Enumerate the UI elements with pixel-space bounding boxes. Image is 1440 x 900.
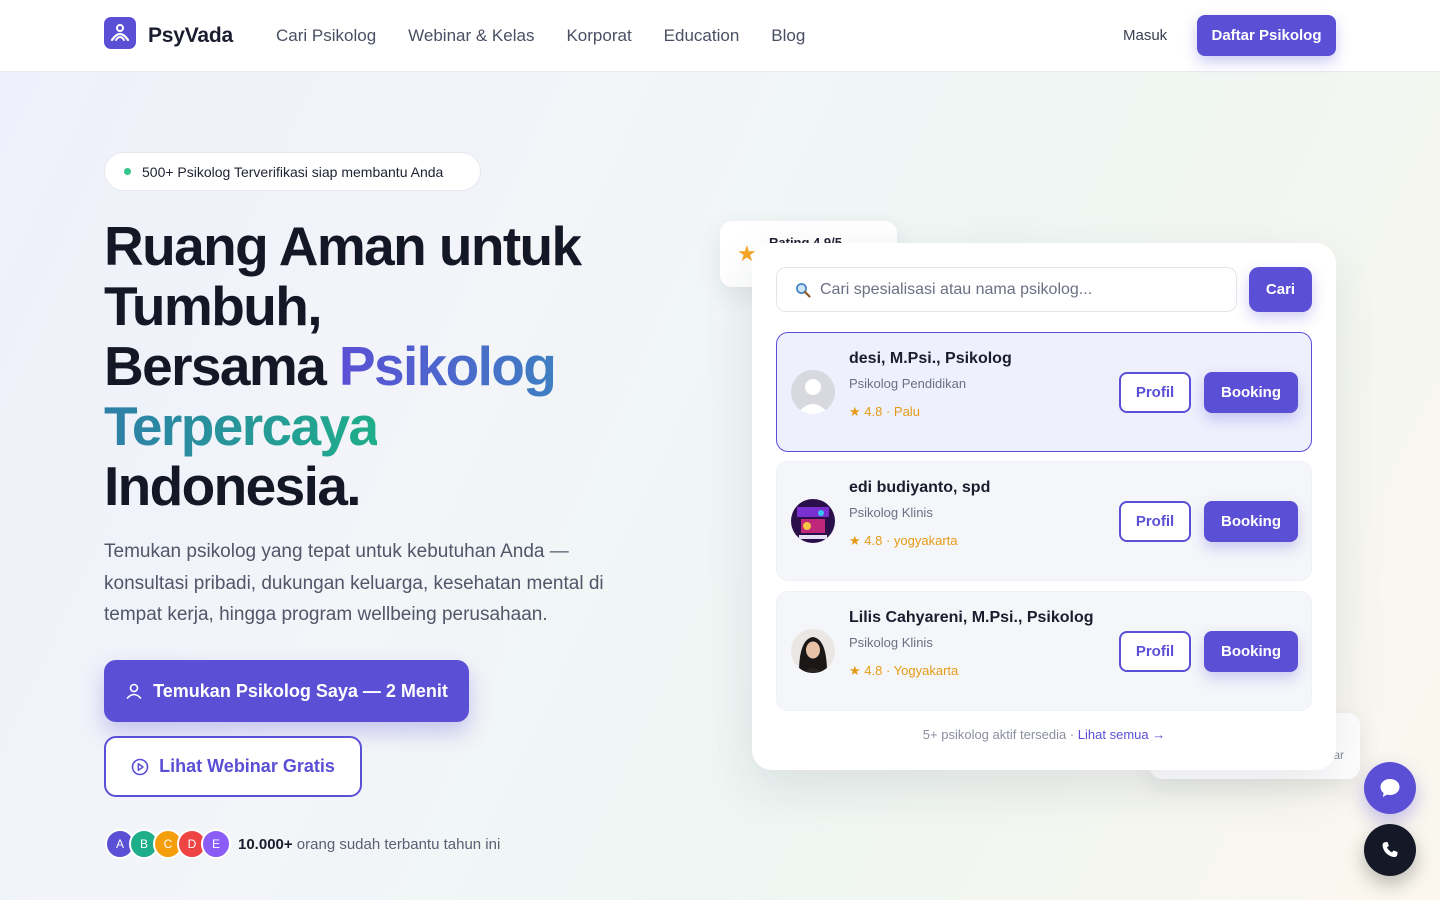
login-link[interactable]: Masuk [1123,27,1167,44]
hero-title-line-5: Indonesia. [104,455,362,517]
search-placeholder: Cari spesialisasi atau nama psikolog... [820,280,1093,298]
social-proof-count: 10.000+ [238,836,293,853]
social-proof: 10.000+ orang sudah terbantu tahun ini [238,836,500,853]
psychologist-rating: ★ 4.8 · Yogyakarta [849,663,958,679]
nav-link-korporat[interactable]: Korporat [566,26,631,46]
star-icon: ★ [849,404,865,419]
avatar: E [201,829,231,859]
psychologist-name: Lilis Cahyareni, M.Psi., Psikolog [849,609,1094,626]
search-button[interactable]: Cari [1249,267,1312,312]
profile-button[interactable]: Profil [1119,501,1191,542]
verified-pill: 500+ Psikolog Terverifikasi siap membant… [104,152,481,191]
psychologist-rating: ★ 4.8 · yogyakarta [849,533,958,549]
hero-title-line-3a: Bersama [104,335,339,397]
user-icon [126,683,142,699]
psychologist-rating: ★ 4.8 · Palu [849,404,920,420]
hero-title-highlight-terpercaya: Terpercaya [104,395,379,457]
nav-link-cari-psikolog[interactable]: Cari Psikolog [276,26,376,46]
finder-footer: 5+ psikolog aktif tersedia · Lihat semua… [752,727,1336,742]
psychologist-specialty: Psikolog Klinis [849,635,933,650]
chat-button[interactable] [1364,762,1416,814]
booking-button[interactable]: Booking [1204,501,1298,542]
avatar-stack: A B C D E [105,829,231,859]
star-icon: ★ [849,663,865,678]
avatar [791,370,835,414]
psychologist-item[interactable]: edi budiyanto, spd Psikolog Klinis ★ 4.8… [776,461,1312,581]
play-circle-icon [131,758,149,775]
search-icon [796,282,811,298]
brand-name[interactable]: PsyVada [148,24,233,48]
booking-button[interactable]: Booking [1204,631,1298,672]
profile-button[interactable]: Profil [1119,372,1191,413]
status-dot [124,168,131,175]
hero-title: Ruang Aman untuk Tumbuh, Bersama Psikolo… [104,216,664,516]
webinar-button[interactable]: Lihat Webinar Gratis [104,736,362,797]
nav-link-blog[interactable]: Blog [771,26,805,46]
psychologist-item[interactable]: desi, M.Psi., Psikolog Psikolog Pendidik… [776,332,1312,452]
star-icon: ★ [849,533,865,548]
call-button[interactable] [1364,824,1416,876]
hero-title-line-2: Tumbuh, [104,275,322,337]
psychologist-specialty: Psikolog Klinis [849,505,933,520]
logo-icon[interactable] [104,17,136,49]
register-button[interactable]: Daftar Psikolog [1197,15,1336,56]
top-navbar: PsyVada Cari Psikolog Webinar & Kelas Ko… [0,0,1440,72]
hero-title-highlight-psikolog: Psikolog [338,335,557,397]
avatar [791,499,835,543]
verified-pill-text: 500+ Psikolog Terverifikasi siap membant… [142,163,444,180]
psychologist-rating-text: 4.8 · yogyakarta [864,533,958,548]
nav-link-webinar[interactable]: Webinar & Kelas [408,26,534,46]
nav-link-education[interactable]: Education [664,26,740,46]
hero-title-line-1: Ruang Aman untuk [104,215,582,277]
find-psychologist-button[interactable]: Temukan Psikolog Saya — 2 Menit [104,660,469,722]
psychologist-item[interactable]: Lilis Cahyareni, M.Psi., Psikolog Psikol… [776,591,1312,711]
profile-button[interactable]: Profil [1119,631,1191,672]
phone-icon [1382,841,1398,858]
avatar [791,629,835,673]
search-input[interactable]: Cari spesialisasi atau nama psikolog... [776,267,1237,312]
find-psychologist-label: Temukan Psikolog Saya — 2 Menit [153,680,448,701]
webinar-label: Lihat Webinar Gratis [159,756,335,776]
psychologist-name: edi budiyanto, spd [849,479,991,496]
see-all-link[interactable]: Lihat semua → [1078,727,1165,742]
psychologist-finder-card: Cari spesialisasi atau nama psikolog... … [752,243,1336,770]
main-nav: Cari Psikolog Webinar & Kelas Korporat E… [276,26,805,46]
psychologist-name: desi, M.Psi., Psikolog [849,350,1012,367]
psychologist-rating-text: 4.8 · Palu [864,404,920,419]
chat-icon [1380,779,1400,797]
finder-footer-text: 5+ psikolog aktif tersedia · [922,727,1078,742]
psychologist-specialty: Psikolog Pendidikan [849,376,967,391]
booking-button[interactable]: Booking [1204,372,1298,413]
hero-description: Temukan psikolog yang tepat untuk kebutu… [104,541,604,625]
psychologist-rating-text: 4.8 · Yogyakarta [864,663,959,678]
social-proof-text: orang sudah terbantu tahun ini [292,836,501,853]
